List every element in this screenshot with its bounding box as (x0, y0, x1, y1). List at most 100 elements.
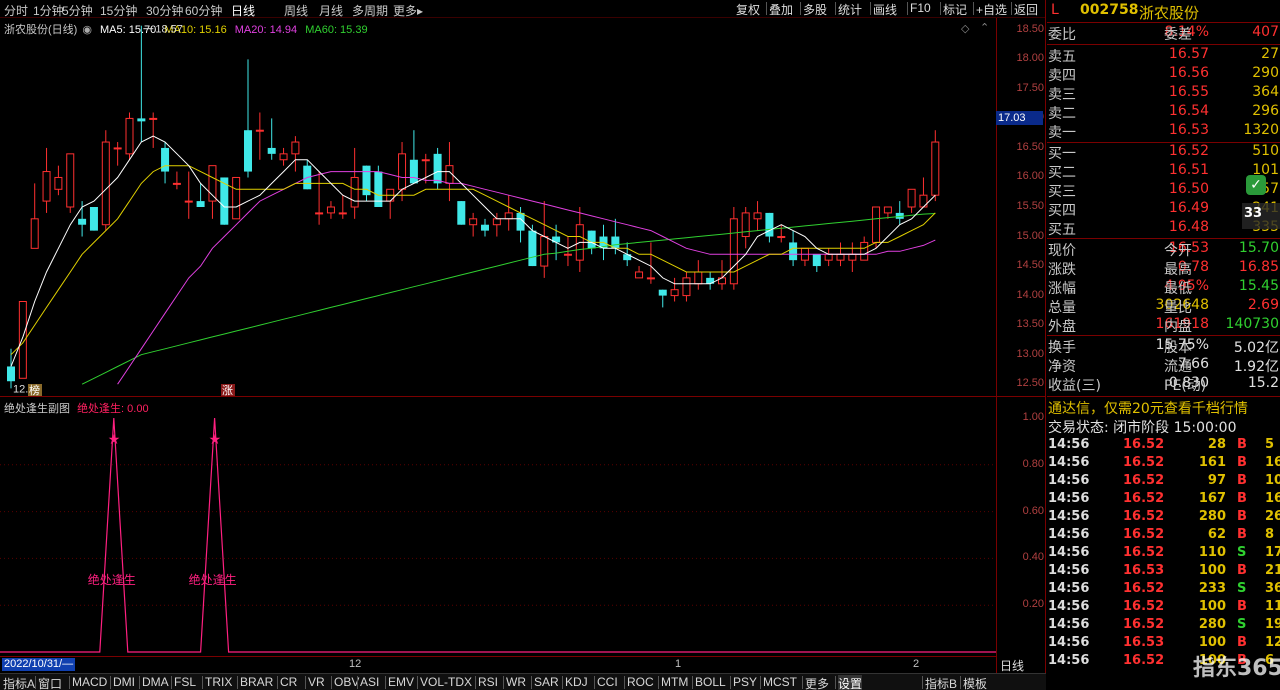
period-tab-4[interactable]: 30分钟 (146, 2, 183, 19)
upgrade-notice[interactable]: 通达信，仅需20元查看千档行情 (1048, 398, 1248, 418)
toolbar-button-7[interactable]: +自选 (976, 1, 1007, 18)
rank-badge[interactable]: 榜 (28, 383, 42, 397)
indicator-tab-10[interactable]: OBV (334, 675, 359, 689)
month-tick: 1 (675, 658, 682, 670)
separator (730, 676, 731, 689)
high-label: 18.57 (155, 24, 183, 36)
tick-time: 14:56 (1048, 509, 1090, 524)
price-tick: 13.50 (1016, 318, 1044, 331)
separator (139, 676, 140, 689)
period-tab-3[interactable]: 15分钟 (100, 2, 137, 19)
period-tab-7[interactable]: 周线 (284, 2, 308, 19)
period-tab-9[interactable]: 多周期 (352, 2, 388, 19)
period-tab-10[interactable]: 更多▸ (393, 2, 423, 19)
toolbar-button-2[interactable]: 多股 (803, 1, 827, 18)
stat-value: 1.92亿 (1233, 359, 1279, 375)
tick-price: 16.52 (1123, 455, 1165, 470)
bid-label: 买三 (1048, 184, 1076, 200)
ask-price: 16.53 (1168, 122, 1209, 138)
candle (30, 183, 39, 249)
stat-row: 外盘 161918 内盘 140730 (1047, 316, 1280, 335)
candle (765, 212, 774, 243)
indicator-tab-6[interactable]: TRIX (205, 675, 232, 689)
stat-row: 涨跌 0.78 最高 16.85 (1047, 259, 1280, 278)
tick-time: 14:56 (1048, 545, 1090, 560)
tick-side: B (1237, 473, 1247, 488)
indicator-tab-4[interactable]: DMA (142, 675, 169, 689)
limit-badge[interactable]: 涨 (221, 384, 235, 397)
period-tab-2[interactable]: 5分钟 (62, 2, 93, 19)
indicator-tab-25[interactable]: 设置 (838, 675, 863, 690)
quote-flag: L (1051, 2, 1059, 18)
badge-counter[interactable]: 33 (1242, 203, 1280, 229)
toolbar-button-3[interactable]: 统计 (838, 1, 862, 18)
indicator-tab-12[interactable]: EMV (388, 675, 414, 689)
separator (835, 676, 836, 689)
toolbar-button-5[interactable]: F10 (910, 1, 931, 15)
indicator-tab-2[interactable]: MACD (72, 675, 107, 689)
candle (931, 130, 940, 202)
indicator-tab-15[interactable]: WR (506, 675, 526, 689)
line-type-button[interactable]: 日线 (1000, 657, 1024, 674)
tick-row: 14:56 16.52 100 B 11 (1047, 599, 1280, 617)
price-tick: 13.00 (1016, 347, 1044, 360)
separator (35, 676, 36, 689)
separator (973, 2, 974, 15)
star-icon: ★ (108, 431, 121, 447)
toolbar-button-0[interactable]: 复权 (736, 1, 760, 18)
indicator-tab-21[interactable]: BOLL (695, 675, 726, 689)
indicator-tab-5[interactable]: FSL (174, 675, 196, 689)
indicator-tab-8[interactable]: CR (280, 675, 297, 689)
indicator-tab-3[interactable]: DMI (113, 675, 135, 689)
period-tab-8[interactable]: 月线 (319, 2, 343, 19)
indicator-tab-20[interactable]: MTM (661, 675, 688, 689)
toolbar-button-4[interactable]: 画线 (873, 1, 897, 18)
period-tab-5[interactable]: 60分钟 (185, 2, 222, 19)
stat-label: 今开 (1164, 243, 1192, 259)
bid-label: 买四 (1048, 203, 1076, 219)
candle (89, 207, 98, 231)
price-tick: 15.50 (1016, 200, 1044, 212)
indicator-tab-19[interactable]: ROC (627, 675, 654, 689)
indicator-tab-26[interactable]: 指标B (925, 675, 957, 690)
tick-row: 14:56 16.52 161 B 16 (1047, 455, 1280, 473)
indicator-tab-24[interactable]: 更多 (805, 675, 829, 690)
separator (760, 676, 761, 689)
indicator-tab-22[interactable]: PSY (733, 675, 757, 689)
indicator-tab-9[interactable]: VR (308, 675, 325, 689)
tick-price: 16.52 (1123, 599, 1165, 614)
candle (635, 266, 644, 279)
indicator-tab-18[interactable]: CCI (597, 675, 618, 689)
toolbar-button-8[interactable]: 返回 (1014, 1, 1038, 18)
indicator-tab-27[interactable]: 模板 (963, 675, 987, 690)
candle (907, 188, 916, 213)
separator (475, 676, 476, 689)
candle (729, 207, 738, 290)
period-tab-0[interactable]: 分时 (4, 2, 28, 19)
candle (172, 171, 181, 190)
period-tab-1[interactable]: 1分钟 (33, 2, 64, 19)
indicator-tab-7[interactable]: BRAR (240, 675, 273, 689)
separator (277, 676, 278, 689)
sub-tick: 0.40 (1022, 551, 1044, 564)
month-tick: 2 (913, 658, 920, 670)
indicator-tab-13[interactable]: VOL-TDX (420, 675, 472, 689)
candle (113, 142, 122, 166)
indicator-tab-11[interactable]: ASI (360, 675, 379, 689)
indicator-tab-23[interactable]: MCST (763, 675, 797, 689)
period-tab-6[interactable]: 日线 (231, 2, 255, 19)
kline-chart[interactable]: 18.5712.43榜 涨★绝处逢生★绝处逢生 (0, 18, 996, 658)
indicator-tab-0[interactable]: 指标A (3, 675, 35, 690)
check-icon[interactable]: ✓ (1246, 175, 1266, 195)
trade-status: 交易状态: 闭市阶段 15:00:00 (1048, 420, 1237, 436)
toolbar-button-6[interactable]: 标记 (943, 1, 967, 18)
indicator-tab-14[interactable]: RSI (478, 675, 498, 689)
candle (646, 242, 655, 284)
bid-price: 16.50 (1168, 181, 1209, 197)
separator (800, 2, 801, 15)
indicator-tab-17[interactable]: KDJ (565, 675, 588, 689)
indicator-tab-1[interactable]: 窗口 (38, 675, 62, 690)
toolbar-button-1[interactable]: 叠加 (769, 1, 793, 18)
ask-label: 卖三 (1048, 87, 1076, 103)
indicator-tab-16[interactable]: SAR (534, 675, 559, 689)
